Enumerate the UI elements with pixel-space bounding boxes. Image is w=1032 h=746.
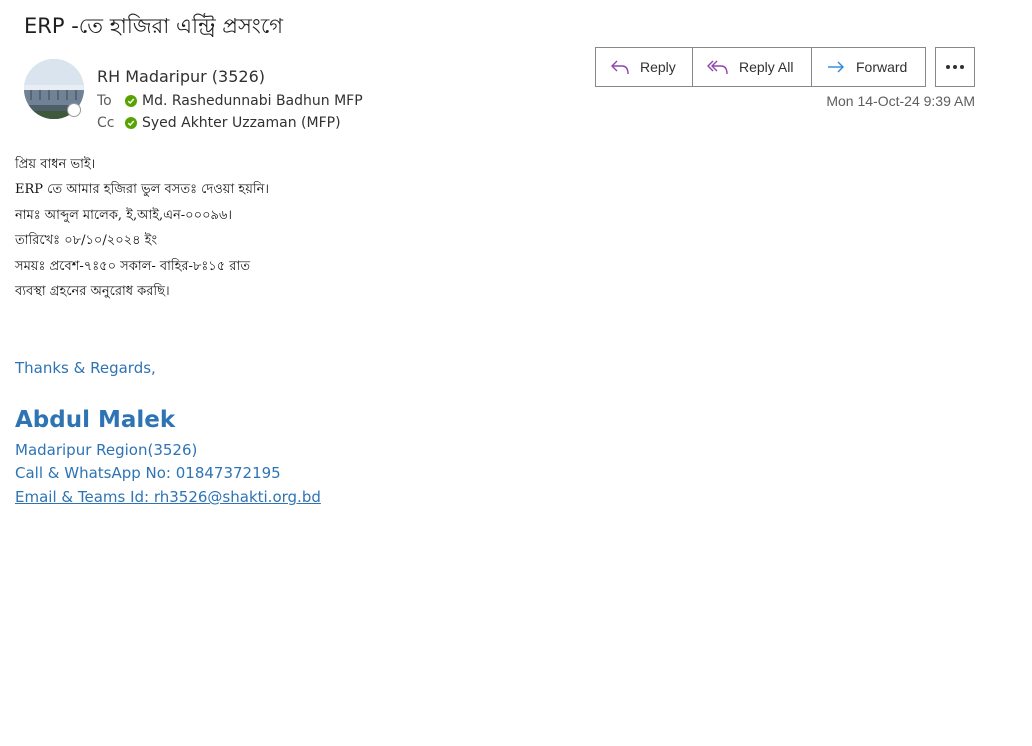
- cc-row: Cc Syed Akhter Uzzaman (MFP): [97, 115, 341, 131]
- reply-icon: [611, 60, 629, 75]
- reply-all-button[interactable]: Reply All: [693, 48, 812, 86]
- to-recipient[interactable]: Md. Rashedunnabi Badhun MFP: [142, 93, 363, 109]
- signature-phone: Call & WhatsApp No: 01847372195: [15, 464, 281, 482]
- body-line: ERP তে আমার হজিরা ভুল বসতঃ দেওয়া হয়নি।: [15, 182, 269, 198]
- sender-name[interactable]: RH Madaripur (3526): [97, 67, 265, 86]
- ellipsis-icon: [946, 65, 964, 69]
- presence-available-icon: [125, 95, 137, 107]
- forward-button[interactable]: Forward: [812, 48, 925, 86]
- body-line: তারিখেঃ ০৮/১০/২০২৪ ইং: [15, 233, 158, 249]
- sent-date: Mon 14-Oct-24 9:39 AM: [826, 93, 975, 109]
- signature-region: Madaripur Region(3526): [15, 441, 198, 459]
- reply-label: Reply: [640, 59, 676, 75]
- more-actions-button[interactable]: [935, 47, 975, 87]
- reply-all-icon: [707, 60, 728, 75]
- email-reading-pane: ERP -তে হাজিরা এন্ট্রি প্রসংগে RH Madari…: [0, 0, 1032, 746]
- email-subject: ERP -তে হাজিরা এন্ট্রি প্রসংগে: [24, 14, 284, 38]
- forward-label: Forward: [856, 59, 908, 75]
- body-line: নামঃ আব্দুল মালেক, ই,আই,এন-০০০৯৬।: [15, 207, 233, 223]
- body-line: ব্যবস্থা গ্রহনের অনুরোধ করছি।: [15, 283, 170, 299]
- cc-recipient[interactable]: Syed Akhter Uzzaman (MFP): [142, 115, 341, 131]
- to-label: To: [97, 93, 112, 109]
- reply-button[interactable]: Reply: [596, 48, 693, 86]
- reply-all-label: Reply All: [739, 59, 794, 75]
- body-line: প্রিয় বাধন ভাই।: [15, 157, 96, 172]
- presence-available-icon: [125, 117, 137, 129]
- message-body: প্রিয় বাধন ভাই। ERP তে আমার হজিরা ভুল ব…: [15, 154, 269, 306]
- forward-arrow-icon: [828, 61, 844, 73]
- presence-status-icon: [67, 103, 81, 117]
- signature-email-link[interactable]: Email & Teams Id: rh3526@shakti.org.bd: [15, 488, 321, 506]
- message-actions-group: Reply Reply All Forward: [595, 47, 926, 87]
- to-row: To Md. Rashedunnabi Badhun MFP: [97, 93, 363, 109]
- body-line: সময়ঃ প্রবেশ-৭ঃ৫০ সকাল- বাহির-৮ঃ১৫ রাত: [15, 258, 250, 274]
- cc-label: Cc: [97, 115, 115, 131]
- signature-name: Abdul Malek: [15, 407, 176, 433]
- signature-closing: Thanks & Regards,: [15, 359, 156, 377]
